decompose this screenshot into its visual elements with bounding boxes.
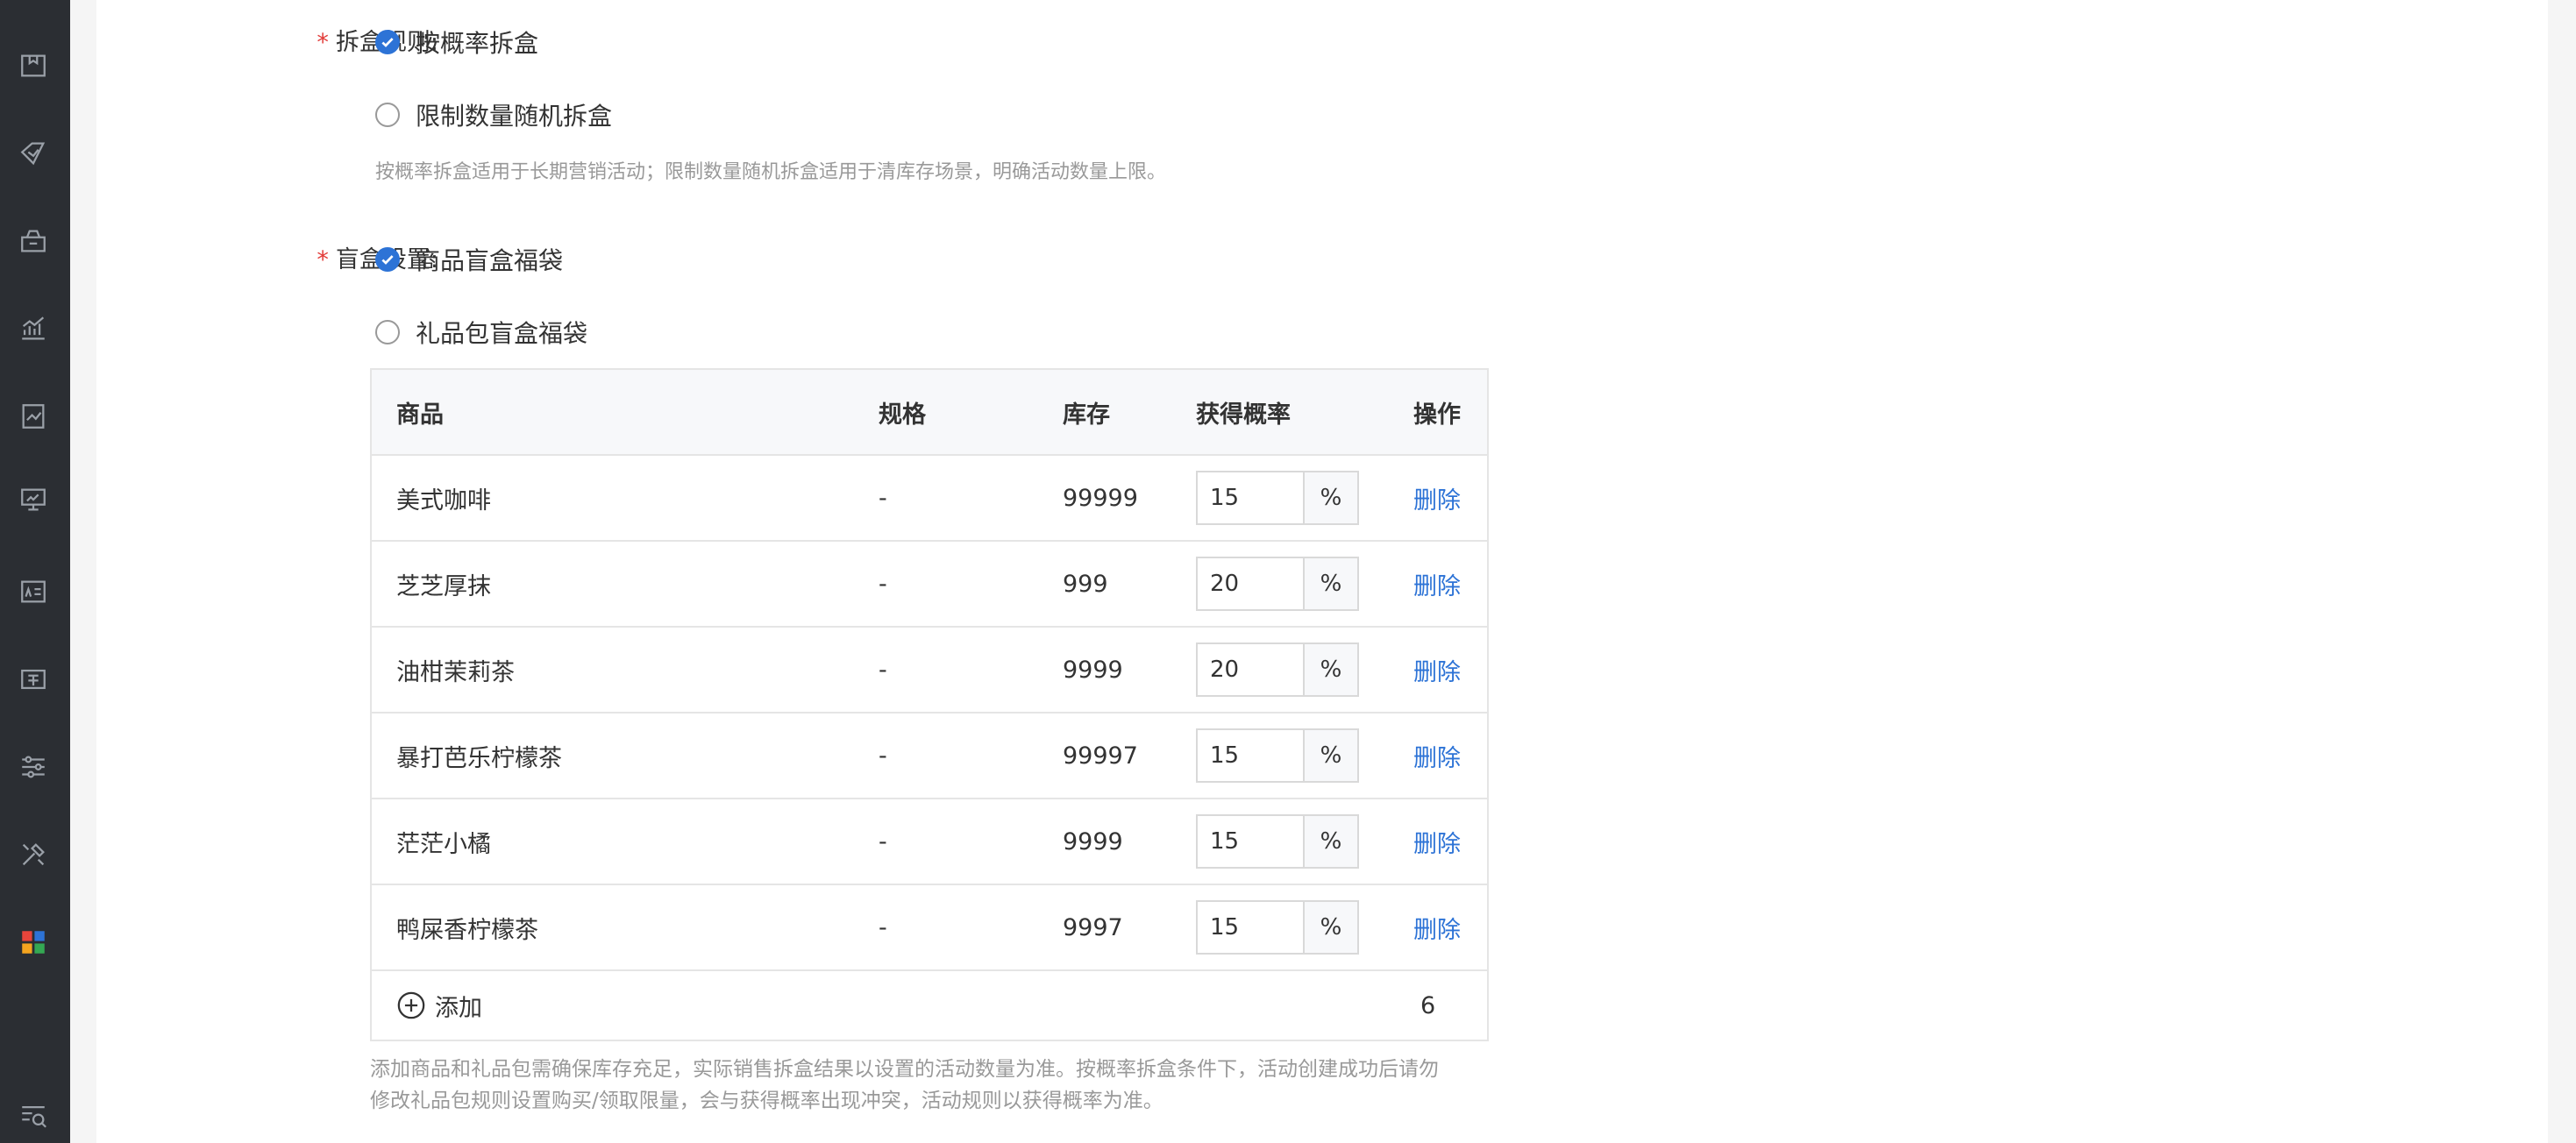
card-icon[interactable] <box>16 574 51 609</box>
radio-unchecked-icon[interactable] <box>375 103 400 127</box>
radio-product-blind-box[interactable]: 商品盲盒福袋 <box>375 242 563 277</box>
item-count: 6 <box>1420 991 1436 1019</box>
percent-unit: % <box>1303 728 1359 783</box>
table-footer: 添加 6 <box>372 971 1487 1040</box>
product-name: 芝芝厚抹 <box>396 572 491 600</box>
add-button[interactable]: 添加 <box>396 971 482 1040</box>
rate-input[interactable] <box>1196 900 1303 955</box>
header-spec: 规格 <box>879 401 926 429</box>
table-row: 鸭屎香柠檬茶 - 9997 % 删除 <box>372 885 1487 971</box>
header-product: 商品 <box>396 401 444 429</box>
radio-unchecked-icon[interactable] <box>375 320 400 344</box>
rate-input[interactable] <box>1196 471 1303 525</box>
rate-input[interactable] <box>1196 814 1303 869</box>
product-name: 暴打芭乐柠檬茶 <box>396 744 562 772</box>
radio-checked-icon[interactable] <box>375 30 400 54</box>
rate-field: % <box>1196 799 1359 884</box>
search-list-icon[interactable] <box>16 1098 51 1133</box>
product-spec: - <box>879 742 887 770</box>
rate-field: % <box>1196 542 1359 626</box>
ticket-icon[interactable] <box>16 662 51 697</box>
blind-box-product-table: 商品 规格 库存 获得概率 操作 美式咖啡 - 99999 % 删除 芝芝厚抹 … <box>370 368 1489 1041</box>
report-icon[interactable] <box>16 399 51 434</box>
required-mark: * <box>317 246 329 273</box>
required-mark: * <box>317 29 329 56</box>
radio-label: 礼品包盲盒福袋 <box>416 319 588 348</box>
package-icon[interactable] <box>16 48 51 83</box>
radio-gift-pack-blind-box[interactable]: 礼品包盲盒福袋 <box>375 315 587 350</box>
note-line-1: 添加商品和礼品包需确保库存充足，实际销售拆盒结果以设置的活动数量为准。按概率拆盒… <box>370 1058 1439 1081</box>
percent-unit: % <box>1303 471 1359 525</box>
product-name: 油柑茉莉茶 <box>396 658 515 686</box>
product-spec: - <box>879 570 887 598</box>
plus-circle-icon <box>397 991 425 1019</box>
content-panel: *拆盒规则: 按概率拆盒 限制数量随机拆盒 按概率拆盒适用于长期营销活动；限制数… <box>96 0 2548 1143</box>
table-row: 油柑茉莉茶 - 9999 % 删除 <box>372 628 1487 713</box>
product-stock: 9997 <box>1063 913 1123 941</box>
product-stock: 99999 <box>1063 484 1138 512</box>
blind-box-note: 添加商品和礼品包需确保库存充足，实际销售拆盒结果以设置的活动数量为准。按概率拆盒… <box>370 1054 1510 1117</box>
rate-field: % <box>1196 713 1359 798</box>
header-rate: 获得概率 <box>1196 401 1291 429</box>
percent-unit: % <box>1303 642 1359 697</box>
radio-label: 限制数量随机拆盒 <box>416 102 613 131</box>
product-stock: 99997 <box>1063 742 1138 770</box>
product-spec: - <box>879 656 887 684</box>
product-spec: - <box>879 913 887 941</box>
rate-field: % <box>1196 885 1359 969</box>
product-name: 美式咖啡 <box>396 486 491 515</box>
add-label: 添加 <box>435 994 482 1022</box>
radio-probability-split[interactable]: 按概率拆盒 <box>375 25 538 60</box>
delete-link[interactable]: 删除 <box>1413 456 1461 540</box>
product-stock: 999 <box>1063 570 1108 598</box>
percent-unit: % <box>1303 814 1359 869</box>
product-stock: 9999 <box>1063 827 1123 855</box>
product-spec: - <box>879 827 887 855</box>
radio-limited-random-split[interactable]: 限制数量随机拆盒 <box>375 97 612 132</box>
delete-link[interactable]: 删除 <box>1413 542 1461 626</box>
trend-chart-icon[interactable] <box>16 311 51 346</box>
table-row: 茫茫小橘 - 9999 % 删除 <box>372 799 1487 885</box>
sidebar <box>0 0 70 1143</box>
sliders-icon[interactable] <box>16 749 51 784</box>
header-operation: 操作 <box>1413 401 1461 429</box>
table-header: 商品 规格 库存 获得概率 操作 <box>372 370 1487 456</box>
rate-input[interactable] <box>1196 728 1303 783</box>
delete-link[interactable]: 删除 <box>1413 799 1461 884</box>
voucher-icon[interactable] <box>16 224 51 259</box>
split-rule-hint: 按概率拆盒适用于长期营销活动；限制数量随机拆盒适用于清库存场景，明确活动数量上限… <box>375 161 1167 183</box>
tag-icon[interactable] <box>16 136 51 171</box>
monitor-icon[interactable] <box>16 482 51 517</box>
radio-checked-icon[interactable] <box>375 247 400 272</box>
rate-input[interactable] <box>1196 557 1303 611</box>
product-spec: - <box>879 484 887 512</box>
table-row: 暴打芭乐柠檬茶 - 99997 % 删除 <box>372 713 1487 799</box>
delete-link[interactable]: 删除 <box>1413 885 1461 969</box>
delete-link[interactable]: 删除 <box>1413 713 1461 798</box>
rate-input[interactable] <box>1196 642 1303 697</box>
radio-label: 按概率拆盒 <box>416 29 539 58</box>
product-name: 茫茫小橘 <box>396 830 491 858</box>
table-row: 美式咖啡 - 99999 % 删除 <box>372 456 1487 542</box>
product-stock: 9999 <box>1063 656 1123 684</box>
delete-link[interactable]: 删除 <box>1413 628 1461 712</box>
radio-label: 商品盲盒福袋 <box>416 246 564 275</box>
header-stock: 库存 <box>1063 401 1110 429</box>
table-row: 芝芝厚抹 - 999 % 删除 <box>372 542 1487 628</box>
percent-unit: % <box>1303 557 1359 611</box>
tools-icon[interactable] <box>16 837 51 872</box>
rate-field: % <box>1196 628 1359 712</box>
product-name: 鸭屎香柠檬茶 <box>396 916 538 944</box>
note-line-2: 修改礼品包规则设置购买/领取限量，会与获得概率出现冲突，活动规则以获得概率为准。 <box>370 1090 1163 1112</box>
percent-unit: % <box>1303 900 1359 955</box>
apps-icon[interactable] <box>16 925 51 960</box>
rate-field: % <box>1196 456 1359 540</box>
